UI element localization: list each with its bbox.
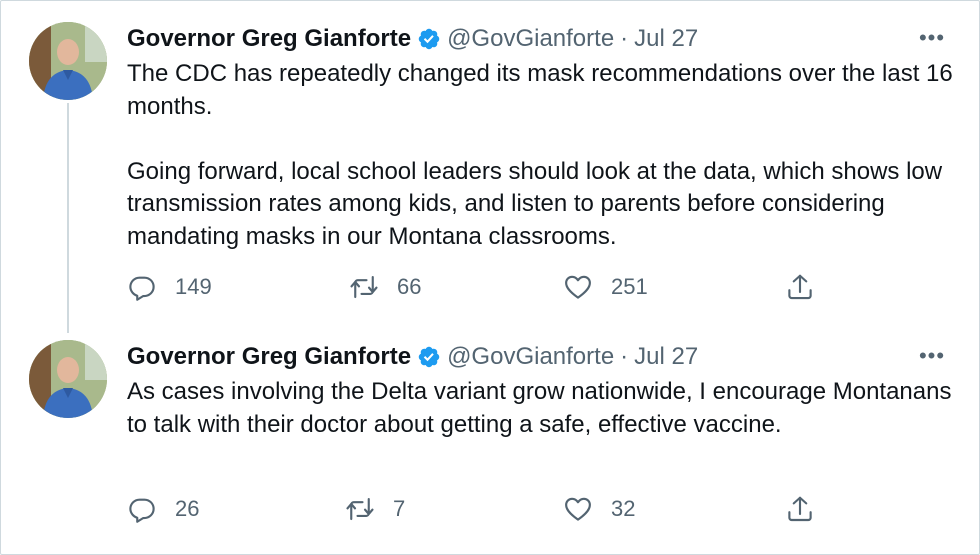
retweet-count: 66: [397, 274, 422, 299]
tweet-text: The CDC has repeatedly changed its mask …: [127, 58, 957, 253]
reply-button[interactable]: 149: [127, 270, 212, 304]
tweet-header: Governor Greg Gianforte @GovGianforte · …: [127, 24, 698, 54]
reply-count: 26: [175, 496, 200, 521]
avatar[interactable]: [29, 340, 107, 418]
avatar-photo: [29, 22, 107, 100]
reply-icon: [129, 498, 155, 523]
thread-connector-line: [67, 103, 69, 333]
share-icon: [788, 496, 812, 522]
like-button[interactable]: 251: [563, 270, 648, 304]
retweet-count: 7: [393, 496, 406, 521]
like-button[interactable]: 32: [563, 492, 635, 526]
share-button[interactable]: [785, 492, 833, 526]
like-count: 32: [611, 496, 636, 521]
avatar-photo: [29, 340, 107, 418]
handle[interactable]: @GovGianforte: [447, 25, 614, 53]
tweet-actions: 149 66 251: [127, 270, 827, 304]
handle[interactable]: @GovGianforte: [447, 343, 614, 371]
separator: ·: [620, 343, 629, 370]
reply-button[interactable]: 26: [127, 492, 199, 526]
retweet-button[interactable]: 7: [345, 492, 405, 526]
tweet-paragraph: The CDC has repeatedly changed its mask …: [127, 60, 953, 120]
tweet-header: Governor Greg Gianforte @GovGianforte · …: [127, 342, 698, 372]
tweet-paragraph: As cases involving the Delta variant gro…: [127, 378, 952, 438]
share-icon: [788, 274, 812, 300]
more-options-icon[interactable]: •••: [917, 27, 947, 58]
reply-count: 149: [175, 274, 212, 299]
display-name[interactable]: Governor Greg Gianforte: [127, 343, 411, 371]
retweet-button[interactable]: 66: [349, 270, 421, 304]
display-name[interactable]: Governor Greg Gianforte: [127, 25, 411, 53]
retweet-icon: [346, 497, 374, 521]
tweet-paragraph: Going forward, local school leaders shou…: [127, 157, 943, 250]
tweet-text: As cases involving the Delta variant gro…: [127, 376, 957, 441]
more-options-icon[interactable]: •••: [917, 345, 947, 376]
heart-icon: [565, 497, 591, 521]
separator: ·: [620, 25, 629, 52]
verified-badge-icon: [417, 345, 441, 369]
avatar[interactable]: [29, 22, 107, 100]
tweet-date[interactable]: Jul 27: [634, 25, 698, 53]
verified-badge-icon: [417, 27, 441, 51]
retweet-icon: [350, 275, 378, 299]
tweet-actions: 26 7 32: [127, 492, 827, 526]
tweet-date[interactable]: Jul 27: [634, 343, 698, 371]
share-button[interactable]: [785, 270, 833, 304]
heart-icon: [565, 275, 591, 299]
reply-icon: [129, 276, 155, 301]
like-count: 251: [611, 274, 648, 299]
